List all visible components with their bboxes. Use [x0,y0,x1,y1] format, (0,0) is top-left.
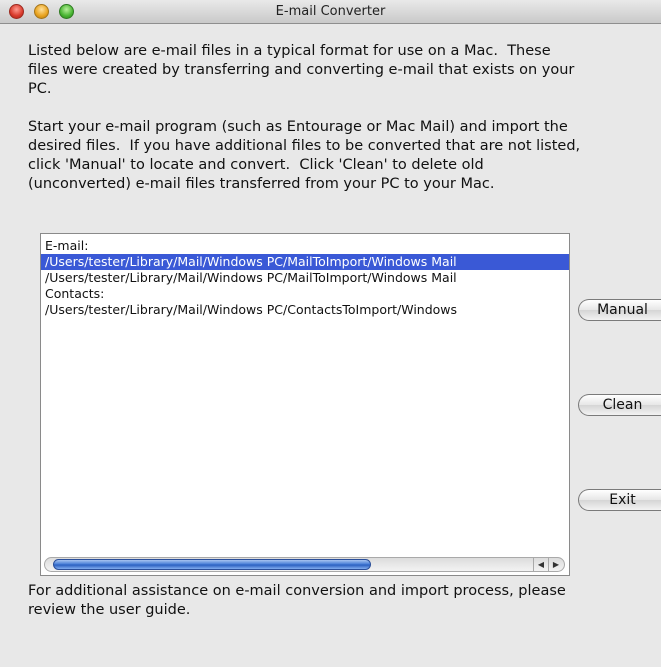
scroll-left-icon[interactable]: ◀ [533,558,548,571]
scrollbar-thumb[interactable] [53,559,371,570]
manual-button[interactable]: Manual [578,299,661,321]
horizontal-scrollbar[interactable]: ◀ ▶ [44,557,565,572]
exit-button[interactable]: Exit [578,489,661,511]
scroll-right-icon[interactable]: ▶ [548,558,563,571]
list-header-email[interactable]: E-mail: [41,238,569,254]
list-item-contacts-file[interactable]: /Users/tester/Library/Mail/Windows PC/Co… [41,302,569,318]
list-item-mail-file-1[interactable]: /Users/tester/Library/Mail/Windows PC/Ma… [41,254,569,270]
intro-paragraph: Listed below are e-mail files in a typic… [28,43,575,97]
clean-button[interactable]: Clean [578,394,661,416]
title-bar[interactable]: E-mail Converter [0,0,661,24]
instructions-paragraph: Start your e-mail program (such as Entou… [28,119,581,192]
help-paragraph: For additional assistance on e-mail conv… [28,583,566,618]
list-header-contacts[interactable]: Contacts: [41,286,569,302]
list-item-mail-file-2[interactable]: /Users/tester/Library/Mail/Windows PC/Ma… [41,270,569,286]
window-title: E-mail Converter [275,4,386,19]
email-file-list[interactable]: E-mail: /Users/tester/Library/Mail/Windo… [40,233,570,576]
